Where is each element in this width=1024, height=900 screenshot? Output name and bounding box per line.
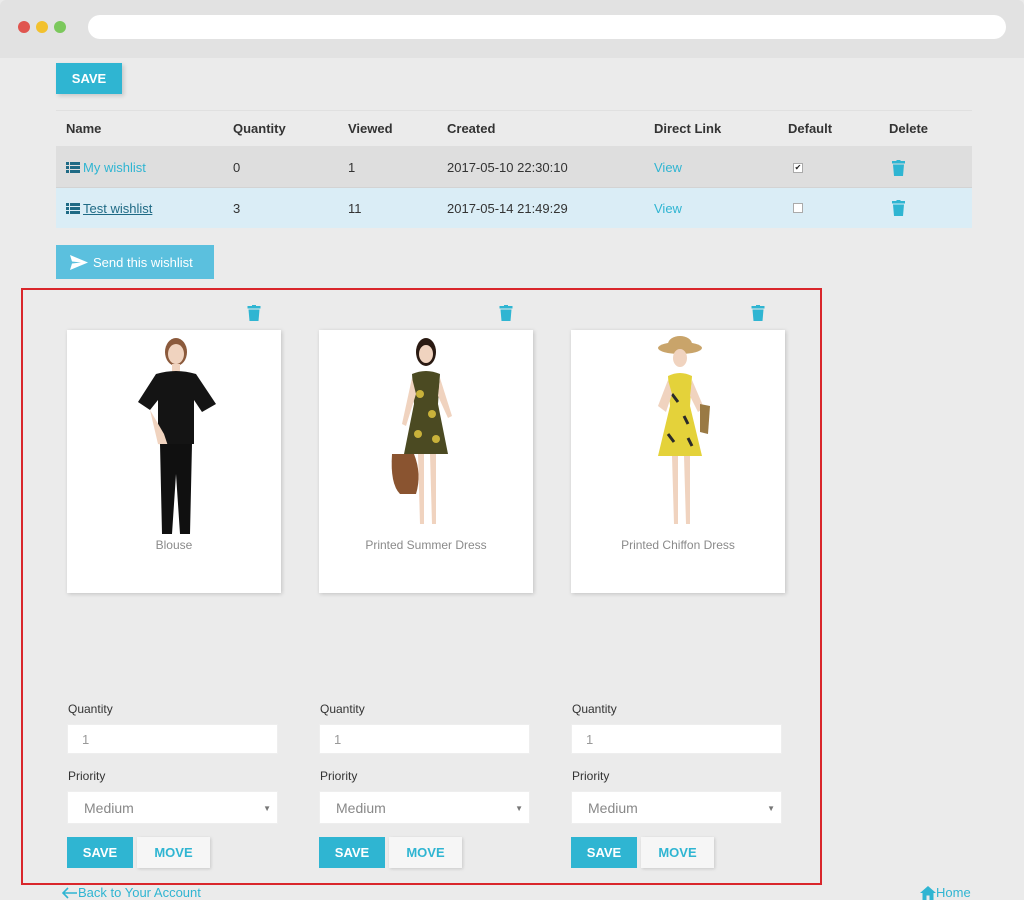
- viewed-cell: 1: [348, 160, 356, 175]
- header-quantity: Quantity: [233, 121, 286, 136]
- priority-select[interactable]: Medium ▼: [571, 791, 782, 824]
- quantity-label: Quantity: [572, 702, 617, 716]
- maximize-window-dot[interactable]: [54, 21, 66, 33]
- table-row: My wishlist 0 1 2017-05-10 22:30:10 View…: [56, 148, 972, 188]
- priority-value: Medium: [588, 799, 638, 816]
- quantity-input[interactable]: 1: [67, 724, 278, 754]
- trash-icon[interactable]: [892, 200, 905, 216]
- product-image: [391, 338, 452, 524]
- chevron-down-icon: ▼: [515, 804, 523, 813]
- send-wishlist-label: Send this wishlist: [93, 254, 193, 270]
- header-direct-link: Direct Link: [654, 121, 722, 136]
- wishlist-name-cell: Test wishlist: [66, 188, 152, 228]
- priority-value: Medium: [336, 799, 386, 816]
- product-card[interactable]: Printed Summer Dress: [319, 330, 533, 593]
- created-cell: 2017-05-10 22:30:10: [447, 160, 568, 175]
- address-bar[interactable]: [88, 15, 1006, 39]
- home-label: Home: [936, 885, 971, 900]
- paper-plane-icon: [70, 254, 88, 270]
- save-product-button[interactable]: SAVE: [319, 837, 385, 868]
- product-name[interactable]: Blouse: [67, 538, 281, 552]
- quantity-label: Quantity: [68, 702, 113, 716]
- quantity-input[interactable]: 1: [319, 724, 530, 754]
- view-link[interactable]: View: [654, 160, 682, 175]
- header-viewed: Viewed: [348, 121, 393, 136]
- save-product-button[interactable]: SAVE: [571, 837, 637, 868]
- chevron-down-icon: ▼: [767, 804, 775, 813]
- default-checkbox[interactable]: ✔: [793, 162, 803, 173]
- list-icon: [66, 202, 80, 214]
- table-row: Test wishlist 3 11 2017-05-14 21:49:29 V…: [56, 188, 972, 228]
- browser-chrome: [0, 0, 1024, 58]
- trash-icon[interactable]: [892, 159, 905, 176]
- move-product-button[interactable]: MOVE: [641, 837, 714, 868]
- priority-label: Priority: [320, 769, 358, 783]
- view-link[interactable]: View: [654, 201, 682, 216]
- wishlist-name-cell: My wishlist: [66, 148, 146, 187]
- created-cell: 2017-05-14 21:49:29: [447, 200, 568, 216]
- trash-icon[interactable]: [247, 305, 261, 321]
- product-name[interactable]: Printed Chiffon Dress: [571, 538, 785, 552]
- wishlist-table: Name Quantity Viewed Created Direct Link…: [56, 110, 972, 228]
- minimize-window-dot[interactable]: [36, 21, 48, 33]
- default-checkbox[interactable]: [793, 203, 803, 213]
- priority-label: Priority: [572, 769, 610, 783]
- quantity-label: Quantity: [320, 702, 365, 716]
- header-name: Name: [66, 121, 102, 136]
- trash-icon[interactable]: [751, 305, 765, 321]
- header-default: Default: [788, 121, 833, 136]
- priority-label: Priority: [68, 769, 106, 783]
- move-product-button[interactable]: MOVE: [389, 837, 462, 868]
- chevron-down-icon: ▼: [263, 804, 271, 813]
- quantity-cell: 3: [233, 200, 241, 216]
- move-product-button[interactable]: MOVE: [137, 837, 210, 868]
- list-icon: [66, 162, 80, 173]
- trash-icon[interactable]: [499, 305, 513, 321]
- priority-select[interactable]: Medium ▼: [319, 791, 530, 824]
- quantity-input[interactable]: 1: [571, 724, 782, 754]
- product-image: [658, 336, 710, 524]
- priority-value: Medium: [84, 799, 134, 816]
- product-card[interactable]: Blouse: [67, 330, 281, 593]
- save-button[interactable]: SAVE: [56, 63, 122, 94]
- back-to-account-link[interactable]: Back to Your Account: [62, 885, 201, 900]
- product-image: [138, 338, 216, 534]
- viewed-cell: 11: [348, 200, 362, 216]
- product-card[interactable]: Printed Chiffon Dress: [571, 330, 785, 593]
- close-window-dot[interactable]: [18, 21, 30, 33]
- priority-select[interactable]: Medium ▼: [67, 791, 278, 824]
- send-wishlist-button[interactable]: Send this wishlist: [56, 245, 214, 279]
- product-name[interactable]: Printed Summer Dress: [319, 538, 533, 552]
- header-created: Created: [447, 121, 496, 136]
- wishlist-name-link[interactable]: Test wishlist: [83, 201, 152, 216]
- wishlist-name-link[interactable]: My wishlist: [83, 160, 146, 175]
- header-delete: Delete: [889, 121, 929, 136]
- table-header: Name Quantity Viewed Created Direct Link…: [56, 110, 972, 148]
- save-product-button[interactable]: SAVE: [67, 837, 133, 868]
- arrow-left-icon: [62, 886, 77, 899]
- quantity-cell: 0: [233, 160, 241, 175]
- home-icon: [920, 885, 936, 900]
- back-to-account-label: Back to Your Account: [78, 885, 201, 900]
- home-link[interactable]: Home: [920, 885, 971, 900]
